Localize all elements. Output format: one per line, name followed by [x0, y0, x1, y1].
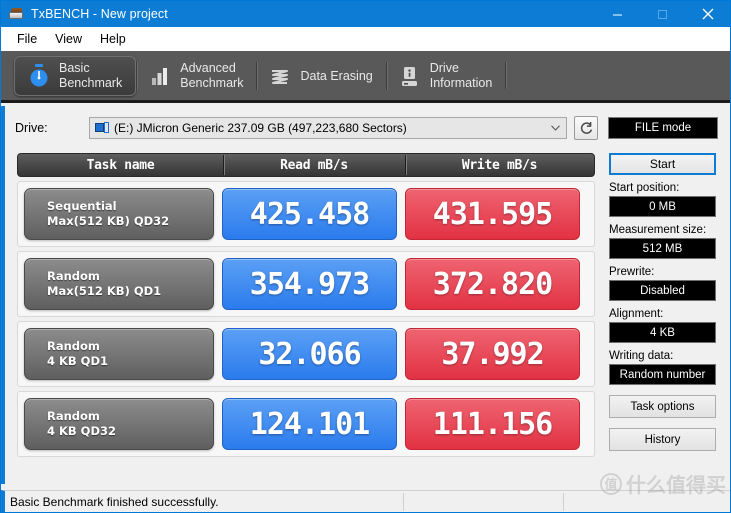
- table-body: Sequential Max(512 KB) QD32 425.458 431.…: [17, 181, 595, 457]
- task-name-line2: 4 KB QD1: [47, 354, 213, 369]
- measurement-size-value[interactable]: 512 MB: [609, 238, 716, 259]
- writing-data-value[interactable]: Random number: [609, 364, 716, 385]
- drive-select[interactable]: (E:) JMicron Generic 237.09 GB (497,223,…: [89, 117, 567, 139]
- column-header-read: Read mB/s: [223, 154, 405, 176]
- table-row: Random 4 KB QD1 32.066 37.992: [17, 321, 595, 387]
- history-button[interactable]: History: [609, 428, 716, 451]
- measurement-size-label: Measurement size:: [609, 224, 722, 236]
- start-button[interactable]: Start: [609, 153, 716, 175]
- prewrite-label: Prewrite:: [609, 266, 722, 278]
- file-mode-indicator[interactable]: FILE mode: [608, 117, 718, 139]
- prewrite-value[interactable]: Disabled: [609, 280, 716, 301]
- shred-icon: [269, 63, 291, 89]
- chevron-down-icon[interactable]: [547, 118, 564, 138]
- alignment-value[interactable]: 4 KB: [609, 322, 716, 343]
- task-button-sequential-qd32[interactable]: Sequential Max(512 KB) QD32: [24, 188, 214, 240]
- task-options-button[interactable]: Task options: [609, 395, 716, 418]
- tab-label-basic-benchmark: Basic Benchmark: [59, 61, 122, 91]
- main-content: Drive: (E:) JMicron Generic 237.09 GB (4…: [1, 106, 730, 484]
- status-segment-3: [563, 491, 730, 513]
- table-row: Sequential Max(512 KB) QD32 425.458 431.…: [17, 181, 595, 247]
- task-name-line1: Random: [47, 339, 213, 354]
- drive-letter-icon: [95, 122, 109, 134]
- drive-icon: [8, 6, 24, 22]
- status-segment-2: [403, 491, 563, 513]
- tab-basic-benchmark[interactable]: Basic Benchmark: [14, 56, 136, 96]
- read-value: 354.973: [222, 258, 397, 310]
- column-header-task-name: Task name: [18, 154, 223, 176]
- tab-label-data-erasing: Data Erasing: [300, 69, 372, 84]
- drive-info-icon: [399, 63, 421, 89]
- menu-item-help[interactable]: Help: [91, 29, 135, 49]
- task-button-random-4k-qd1[interactable]: Random 4 KB QD1: [24, 328, 214, 380]
- options-panel: Start Start position: 0 MB Measurement s…: [609, 153, 722, 478]
- txbench-window: TxBENCH - New project File View Help: [0, 0, 731, 513]
- write-value: 431.595: [405, 188, 580, 240]
- task-name-line1: Sequential: [47, 199, 213, 214]
- tab-divider: [505, 62, 506, 89]
- table-row: Random 4 KB QD32 124.101 111.156: [17, 391, 595, 457]
- drive-selection-row: Drive: (E:) JMicron Generic 237.09 GB (4…: [15, 116, 722, 140]
- start-position-label: Start position:: [609, 182, 722, 194]
- read-value: 32.066: [222, 328, 397, 380]
- drive-select-value: (E:) JMicron Generic 237.09 GB (497,223,…: [114, 121, 407, 135]
- status-message: Basic Benchmark finished successfully.: [5, 491, 403, 513]
- task-button-random-max-qd1[interactable]: Random Max(512 KB) QD1: [24, 258, 214, 310]
- column-header-write: Write mB/s: [405, 154, 594, 176]
- write-value: 372.820: [405, 258, 580, 310]
- menu-item-view[interactable]: View: [46, 29, 91, 49]
- close-button[interactable]: [685, 1, 730, 27]
- tab-label-drive-information: Drive Information: [430, 61, 493, 91]
- task-name-line1: Random: [47, 409, 213, 424]
- window-title: TxBENCH - New project: [31, 7, 168, 21]
- task-name-line2: Max(512 KB) QD1: [47, 284, 213, 299]
- maximize-button[interactable]: [640, 1, 685, 27]
- refresh-button[interactable]: [574, 116, 598, 140]
- start-position-value[interactable]: 0 MB: [609, 196, 716, 217]
- stopwatch-icon: [28, 63, 50, 89]
- write-value: 111.156: [405, 398, 580, 450]
- table-header-row: Task name Read mB/s Write mB/s: [17, 153, 595, 177]
- title-bar: TxBENCH - New project: [1, 1, 730, 27]
- task-button-random-4k-qd32[interactable]: Random 4 KB QD32: [24, 398, 214, 450]
- task-name-line1: Random: [47, 269, 213, 284]
- table-row: Random Max(512 KB) QD1 354.973 372.820: [17, 251, 595, 317]
- tab-label-advanced-benchmark: Advanced Benchmark: [180, 61, 243, 91]
- tab-drive-information[interactable]: Drive Information: [386, 56, 506, 96]
- task-name-line2: 4 KB QD32: [47, 424, 213, 439]
- read-value: 124.101: [222, 398, 397, 450]
- writing-data-label: Writing data:: [609, 350, 722, 362]
- write-value: 37.992: [405, 328, 580, 380]
- window-controls: [595, 1, 730, 27]
- bar-chart-icon: [149, 63, 171, 89]
- read-value: 425.458: [222, 188, 397, 240]
- menu-item-file[interactable]: File: [8, 29, 46, 49]
- tab-advanced-benchmark[interactable]: Advanced Benchmark: [136, 56, 256, 96]
- tab-strip: Basic Benchmark Advanced Benchmark Data …: [1, 51, 730, 103]
- minimize-button[interactable]: [595, 1, 640, 27]
- alignment-label: Alignment:: [609, 308, 722, 320]
- tab-data-erasing[interactable]: Data Erasing: [256, 56, 385, 96]
- status-bar: Basic Benchmark finished successfully.: [1, 490, 730, 512]
- results-table: Task name Read mB/s Write mB/s Sequentia…: [17, 153, 595, 478]
- drive-label: Drive:: [15, 121, 89, 135]
- task-name-line2: Max(512 KB) QD32: [47, 214, 213, 229]
- menu-bar: File View Help: [1, 27, 730, 51]
